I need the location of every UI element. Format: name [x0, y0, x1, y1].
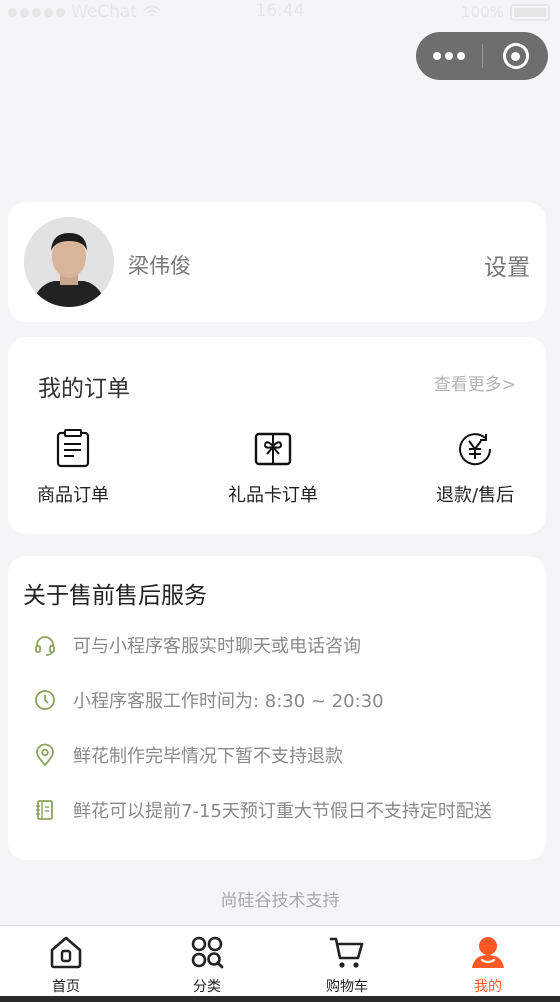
battery-icon: [510, 3, 550, 21]
battery-status: 100%: [461, 3, 550, 21]
headset-icon: [35, 636, 55, 656]
bottom-bar: [0, 996, 560, 1002]
battery-percent: 100%: [461, 3, 504, 21]
tab-category[interactable]: 分类: [152, 934, 262, 996]
tab-cart[interactable]: 购物车: [292, 934, 402, 996]
more-options-button[interactable]: [416, 52, 482, 60]
tab-home[interactable]: 首页: [11, 934, 121, 996]
service-item: 鲜花可以提前7-15天预订重大节假日不支持定时配送: [33, 797, 492, 823]
notebook-icon: [36, 800, 53, 820]
order-item-giftcard[interactable]: 礼品卡订单: [228, 429, 318, 507]
service-item: 可与小程序客服实时聊天或电话咨询: [33, 632, 361, 658]
view-more-link[interactable]: 查看更多>: [434, 370, 516, 395]
tab-bar: 首页 分类 购物车 我的: [0, 925, 560, 996]
user-icon: [472, 937, 504, 968]
tech-support-text: 尚硅谷技术支持: [220, 891, 340, 911]
orders-title: 我的订单: [38, 376, 130, 402]
list-doc-icon: [56, 429, 90, 468]
service-item-text: 小程序客服工作时间为: 8:30 ~ 20:30: [73, 691, 384, 712]
avatar[interactable]: [24, 217, 114, 307]
order-item-label: 礼品卡订单: [228, 485, 318, 506]
location-pin-icon: [36, 743, 54, 767]
order-item-refund[interactable]: 退款/售后: [436, 429, 514, 507]
tab-label: 分类: [193, 979, 221, 995]
avatar-photo: [24, 217, 114, 307]
service-item: 小程序客服工作时间为: 8:30 ~ 20:30: [33, 687, 384, 713]
target-icon: [502, 43, 529, 69]
profile-card: 梁伟俊 设置: [8, 202, 546, 322]
tab-label: 购物车: [326, 979, 368, 995]
settings-button[interactable]: 设置: [484, 248, 530, 282]
my-orders-card: 我的订单 查看更多> 商品订单 礼品卡订单 退款/售后: [8, 337, 546, 534]
category-icon: [191, 936, 224, 969]
miniprogram-capsule: [416, 32, 548, 80]
tab-label: 首页: [52, 979, 80, 995]
order-item-label: 商品订单: [37, 485, 109, 506]
service-item-text: 鲜花可以提前7-15天预订重大节假日不支持定时配送: [73, 801, 492, 822]
tab-label: 我的: [474, 979, 502, 995]
service-item-text: 鲜花制作完毕情况下暂不支持退款: [73, 746, 343, 767]
service-item-text: 可与小程序客服实时聊天或电话咨询: [73, 636, 361, 657]
tab-mine[interactable]: 我的: [433, 934, 543, 996]
service-info-card: 关于售前售后服务 可与小程序客服实时聊天或电话咨询 小程序客服工作时间为: 8:…: [8, 556, 546, 860]
order-item-goods[interactable]: 商品订单: [37, 429, 109, 507]
service-title: 关于售前售后服务: [23, 583, 207, 609]
order-item-label: 退款/售后: [436, 485, 515, 506]
gift-card-icon: [254, 432, 292, 466]
clock-icon: [35, 690, 55, 710]
close-miniprogram-button[interactable]: [483, 43, 548, 69]
home-icon: [50, 936, 82, 969]
user-name: 梁伟俊: [128, 254, 191, 278]
cart-icon: [329, 937, 364, 968]
service-item: 鲜花制作完毕情况下暂不支持退款: [33, 742, 343, 768]
status-bar: WeChat 16:44 100%: [0, 0, 560, 26]
yuan-refund-icon: [459, 433, 492, 466]
